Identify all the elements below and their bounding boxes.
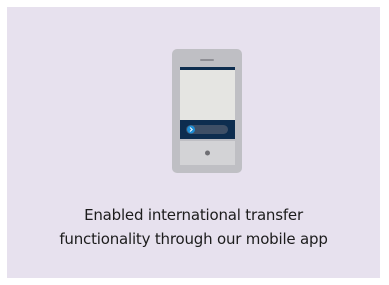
caption-line-1: Enabled international transfer xyxy=(84,206,303,224)
feature-caption: Enabled international transfer functiona… xyxy=(7,203,380,251)
caption-line-2: functionality through our mobile app xyxy=(59,230,328,248)
smartphone-transfer-icon xyxy=(172,49,242,173)
feature-card: Enabled international transfer functiona… xyxy=(7,7,380,278)
